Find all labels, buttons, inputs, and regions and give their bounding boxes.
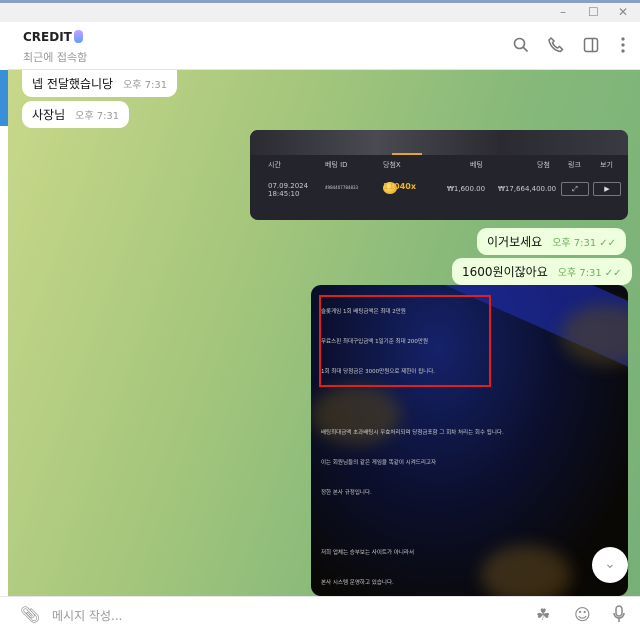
message-input[interactable]: 메시지 작성...: [52, 607, 122, 624]
chat-title[interactable]: CREDIT: [23, 30, 83, 44]
phone-icon[interactable]: [546, 36, 566, 56]
sidebar-toggle-icon[interactable]: [581, 36, 601, 56]
message-incoming: 넵 전달했습니당 오후 7:31: [22, 70, 178, 97]
compose-bar: 📎︎ 메시지 작성... ☘︎ ☺︎: [0, 596, 640, 631]
message-incoming: 사장님 오후 7:31: [22, 101, 130, 128]
link-button[interactable]: ⤢: [561, 182, 589, 196]
window-titlebar: – ☐ ✕: [0, 0, 640, 22]
message-outgoing: 이거보세요 오후 7:31 ✓✓: [477, 228, 627, 255]
more-vert-icon[interactable]: [613, 36, 633, 56]
minimize-button[interactable]: –: [560, 5, 566, 19]
rules-image[interactable]: 슬롯게임 1회 배팅금액은 최대 2만원 무료스핀 최대구입금액 1일기준 최대…: [311, 285, 628, 596]
scroll-down-button[interactable]: ⌄: [592, 547, 628, 583]
chat-header: CREDIT 최근에 접속함: [8, 22, 640, 70]
chat-list-edge: [0, 70, 8, 126]
emoji-icon[interactable]: ☺︎: [574, 605, 591, 624]
chat-status: 최근에 접속함: [23, 51, 88, 64]
message-outgoing: 1600원이잖아요 오후 7:31 ✓✓: [452, 258, 632, 285]
read-check-icon: ✓✓: [599, 238, 617, 249]
close-button[interactable]: ✕: [618, 5, 628, 19]
message-area[interactable]: 넵 전달했습니당 오후 7:31 사장님 오후 7:31 시간 베팅 ID 당첨X …: [8, 70, 640, 596]
attach-icon[interactable]: 📎︎: [20, 605, 40, 624]
search-icon[interactable]: [511, 36, 531, 56]
read-check-icon: ✓✓: [604, 268, 622, 279]
microphone-icon[interactable]: [612, 605, 626, 627]
emoji-icon: [73, 30, 83, 43]
view-button[interactable]: ▶: [593, 182, 621, 196]
sticker-icon[interactable]: ☘︎: [536, 605, 550, 624]
game-history-screenshot[interactable]: 시간 베팅 ID 당첨X 베팅 당첨 링크 보기 07.09.2024 18:4…: [250, 130, 628, 220]
maximize-button[interactable]: ☐: [588, 5, 599, 19]
